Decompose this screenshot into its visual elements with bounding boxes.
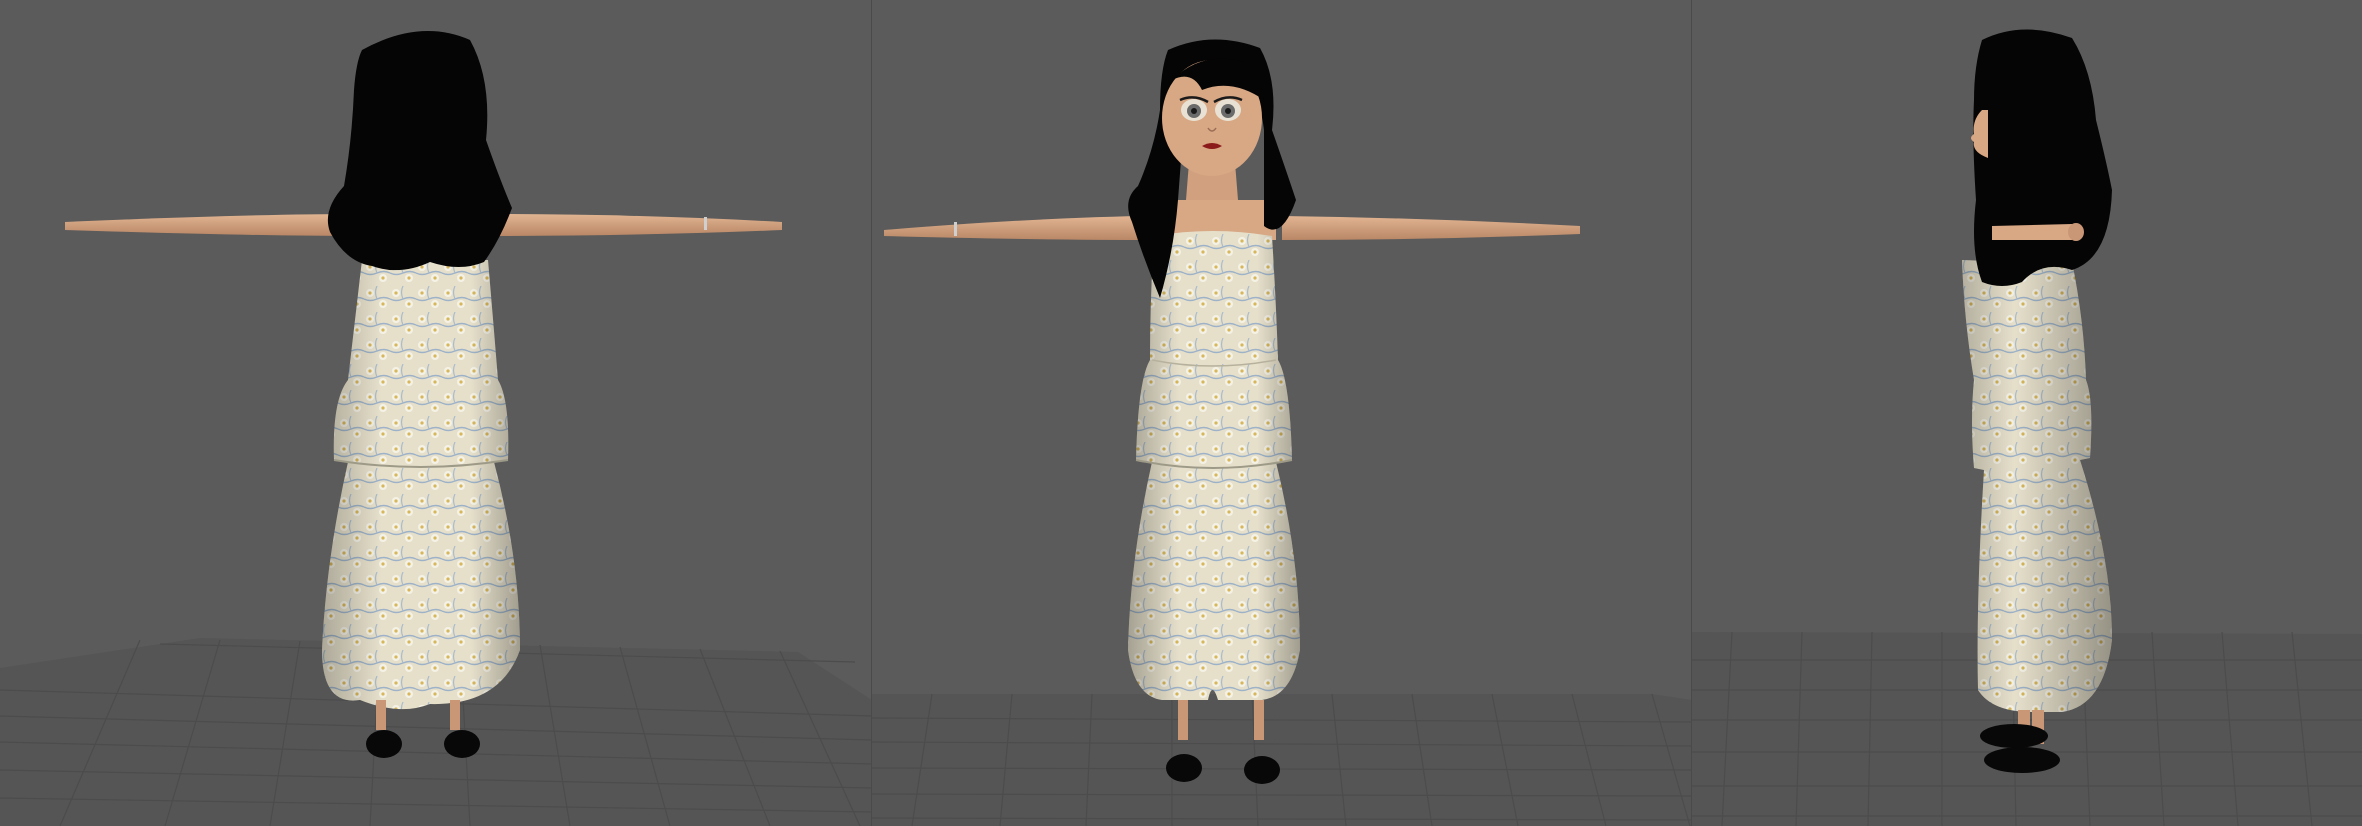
viewport-layout (0, 0, 2362, 826)
front-view-scene (872, 39, 1692, 826)
dress-back (322, 260, 520, 710)
front-view-viewport[interactable] (872, 0, 1692, 826)
hair-side (1973, 29, 2112, 286)
side-view-viewport[interactable] (1692, 0, 2362, 826)
dress-front (1128, 231, 1300, 700)
back-view-viewport[interactable] (0, 0, 872, 826)
back-view-scene (0, 31, 872, 826)
dress-side (1962, 260, 2112, 712)
character-face (1162, 58, 1264, 176)
ground-grid (872, 693, 1692, 826)
hair-back (327, 31, 512, 271)
side-view-scene (1692, 29, 2362, 826)
